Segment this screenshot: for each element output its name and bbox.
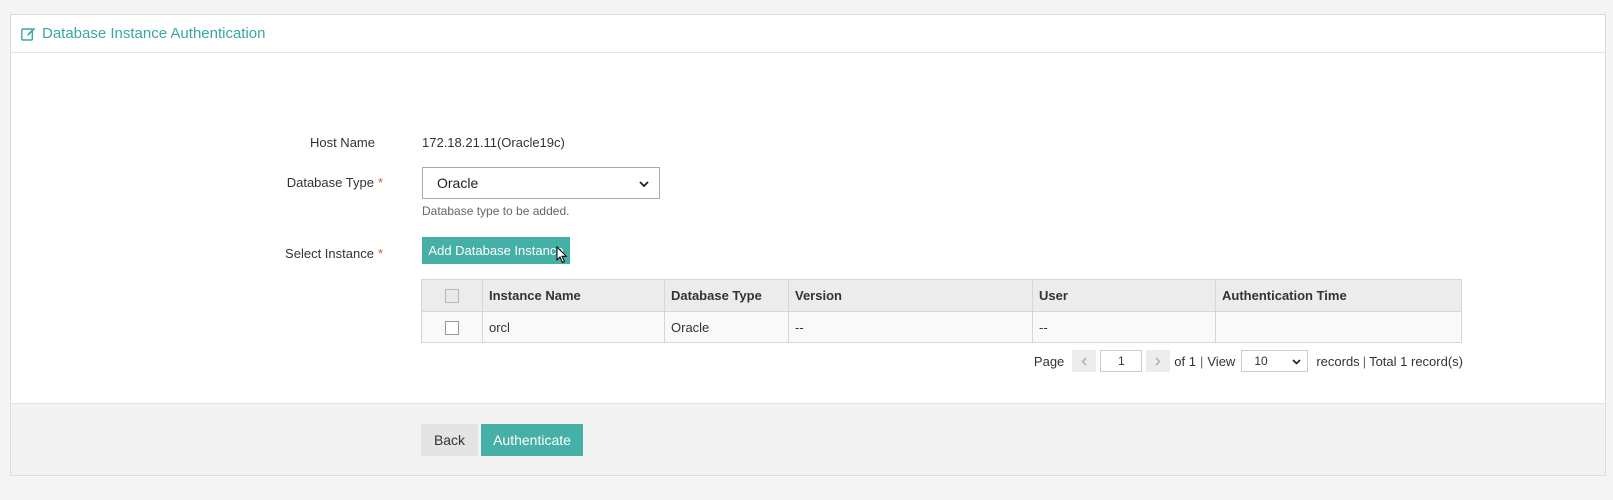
prev-page-button[interactable] xyxy=(1072,350,1097,372)
column-header-instance-name[interactable]: Instance Name xyxy=(482,279,665,312)
pager-separator: | xyxy=(1362,353,1367,369)
page-label: Page xyxy=(1033,353,1065,369)
required-mark: * xyxy=(377,246,383,261)
row-checkbox[interactable] xyxy=(445,320,459,335)
chevron-down-icon xyxy=(1292,354,1301,368)
page-size-value: 10 xyxy=(1254,354,1268,368)
row-select-cell xyxy=(421,311,483,343)
database-type-label: Database Type * xyxy=(286,175,383,190)
table-header-row: Instance Name Database Type Version User… xyxy=(421,279,1462,312)
cell-instance-name: orcl xyxy=(482,311,665,343)
page-count-label: of 1 xyxy=(1174,353,1196,369)
page-size-select[interactable]: 10 xyxy=(1241,350,1309,372)
table-row: orcl Oracle -- -- xyxy=(421,311,1462,343)
records-label: records xyxy=(1316,353,1360,369)
pagination: Page 1 of 1 | View 10 records | Total 1 … xyxy=(1034,350,1463,372)
total-records-label: Total 1 record(s) xyxy=(1369,353,1463,369)
back-button[interactable]: Back xyxy=(421,424,478,456)
column-header-database-type[interactable]: Database Type xyxy=(664,279,789,312)
edit-icon xyxy=(21,27,36,41)
view-label: View xyxy=(1207,353,1236,369)
authenticate-button[interactable]: Authenticate xyxy=(481,424,583,456)
footer-action-bar: Back Authenticate xyxy=(11,403,1605,475)
cell-user: -- xyxy=(1032,311,1216,343)
cell-authentication-time xyxy=(1215,311,1462,343)
select-all-checkbox[interactable] xyxy=(445,289,459,304)
host-name-value: 172.18.21.11(Oracle19c) xyxy=(422,135,565,150)
cell-version: -- xyxy=(788,311,1033,343)
database-type-select[interactable]: Oracle xyxy=(422,167,660,199)
chevron-right-icon xyxy=(1155,354,1161,369)
column-header-version[interactable]: Version xyxy=(788,279,1033,312)
cell-database-type: Oracle xyxy=(664,311,789,343)
column-header-authentication-time[interactable]: Authentication Time xyxy=(1215,279,1462,312)
mouse-cursor-icon xyxy=(556,245,568,267)
host-name-label: Host Name xyxy=(309,135,375,150)
database-type-hint: Database type to be added. xyxy=(422,204,570,218)
page-title: Database Instance Authentication xyxy=(42,25,266,42)
page-number-input[interactable]: 1 xyxy=(1100,350,1143,372)
panel-header: Database Instance Authentication xyxy=(11,15,1605,53)
database-type-selected: Oracle xyxy=(437,175,479,191)
chevron-down-icon xyxy=(639,175,649,191)
required-mark: * xyxy=(377,175,383,190)
pager-separator: | xyxy=(1199,353,1204,369)
column-header-user[interactable]: User xyxy=(1032,279,1216,312)
select-all-cell xyxy=(421,279,483,312)
select-instance-label: Select Instance * xyxy=(285,246,383,261)
chevron-left-icon xyxy=(1081,354,1087,369)
instance-table: Instance Name Database Type Version User… xyxy=(421,279,1462,343)
add-database-instance-button[interactable]: Add Database Instance xyxy=(422,237,570,264)
next-page-button[interactable] xyxy=(1146,350,1171,372)
